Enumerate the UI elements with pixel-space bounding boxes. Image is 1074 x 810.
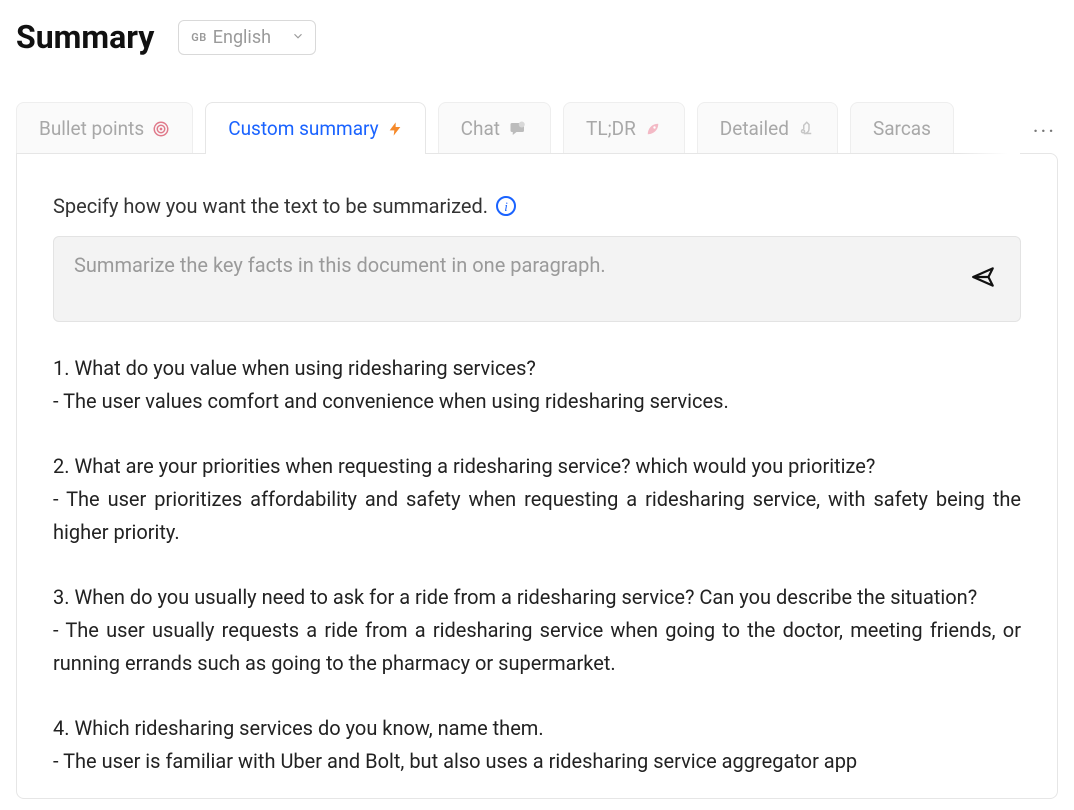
question-text: 1. What do you value when using rideshar… [53,352,1021,385]
tab-tldr[interactable]: TL;DR [563,102,685,154]
tab-label: Detailed [720,117,789,140]
target-icon [152,120,170,138]
qa-item: 3. When do you usually need to ask for a… [53,581,1021,680]
question-text: 4. Which ridesharing services do you kno… [53,712,1021,745]
answer-text: - The user is familiar with Uber and Bol… [53,745,1021,778]
microscope-icon [797,120,815,138]
question-text: 2. What are your priorities when request… [53,450,1021,483]
chevron-down-icon [291,27,305,48]
tab-label: Bullet points [39,117,144,140]
tabs: Bullet points Custom summary Chat TL;DR [16,102,1058,154]
tab-detailed[interactable]: Detailed [697,102,838,154]
header: Summary GB English [0,0,1074,66]
tab-bullet-points[interactable]: Bullet points [16,102,193,154]
question-text: 3. When do you usually need to ask for a… [53,581,1021,614]
send-icon [970,275,996,294]
instruction-row: Specify how you want the text to be summ… [53,194,1021,218]
tab-sarcastic[interactable]: Sarcas [850,102,954,154]
tab-label: Chat [461,117,500,140]
info-icon[interactable]: i [496,196,516,216]
tab-custom-summary[interactable]: Custom summary [205,102,425,154]
qa-item: 2. What are your priorities when request… [53,450,1021,549]
qa-item: 1. What do you value when using rideshar… [53,352,1021,418]
page-title: Summary [16,18,154,56]
prompt-input[interactable] [74,253,966,305]
summary-content: 1. What do you value when using rideshar… [53,352,1021,778]
summary-panel: Specify how you want the text to be summ… [16,153,1058,799]
chat-icon [508,120,528,138]
answer-text: - The user usually requests a ride from … [53,614,1021,680]
tabs-more-button[interactable]: ··· [1033,120,1056,145]
prompt-box [53,236,1021,322]
tab-label: Sarcas [873,117,931,140]
language-label: English [213,27,271,48]
answer-text: - The user values comfort and convenienc… [53,385,1021,418]
tabs-container: Bullet points Custom summary Chat TL;DR [16,102,1058,154]
rocket-icon [644,120,662,138]
answer-text: - The user prioritizes affordability and… [53,483,1021,549]
bolt-icon [387,120,403,138]
tab-label: Custom summary [228,117,378,140]
qa-item: 4. Which ridesharing services do you kno… [53,712,1021,778]
tab-label: TL;DR [586,117,636,140]
language-dropdown[interactable]: GB English [178,20,316,55]
instruction-text: Specify how you want the text to be summ… [53,194,488,218]
language-code: GB [191,31,206,44]
tab-chat[interactable]: Chat [438,102,551,154]
send-button[interactable] [966,260,1000,298]
